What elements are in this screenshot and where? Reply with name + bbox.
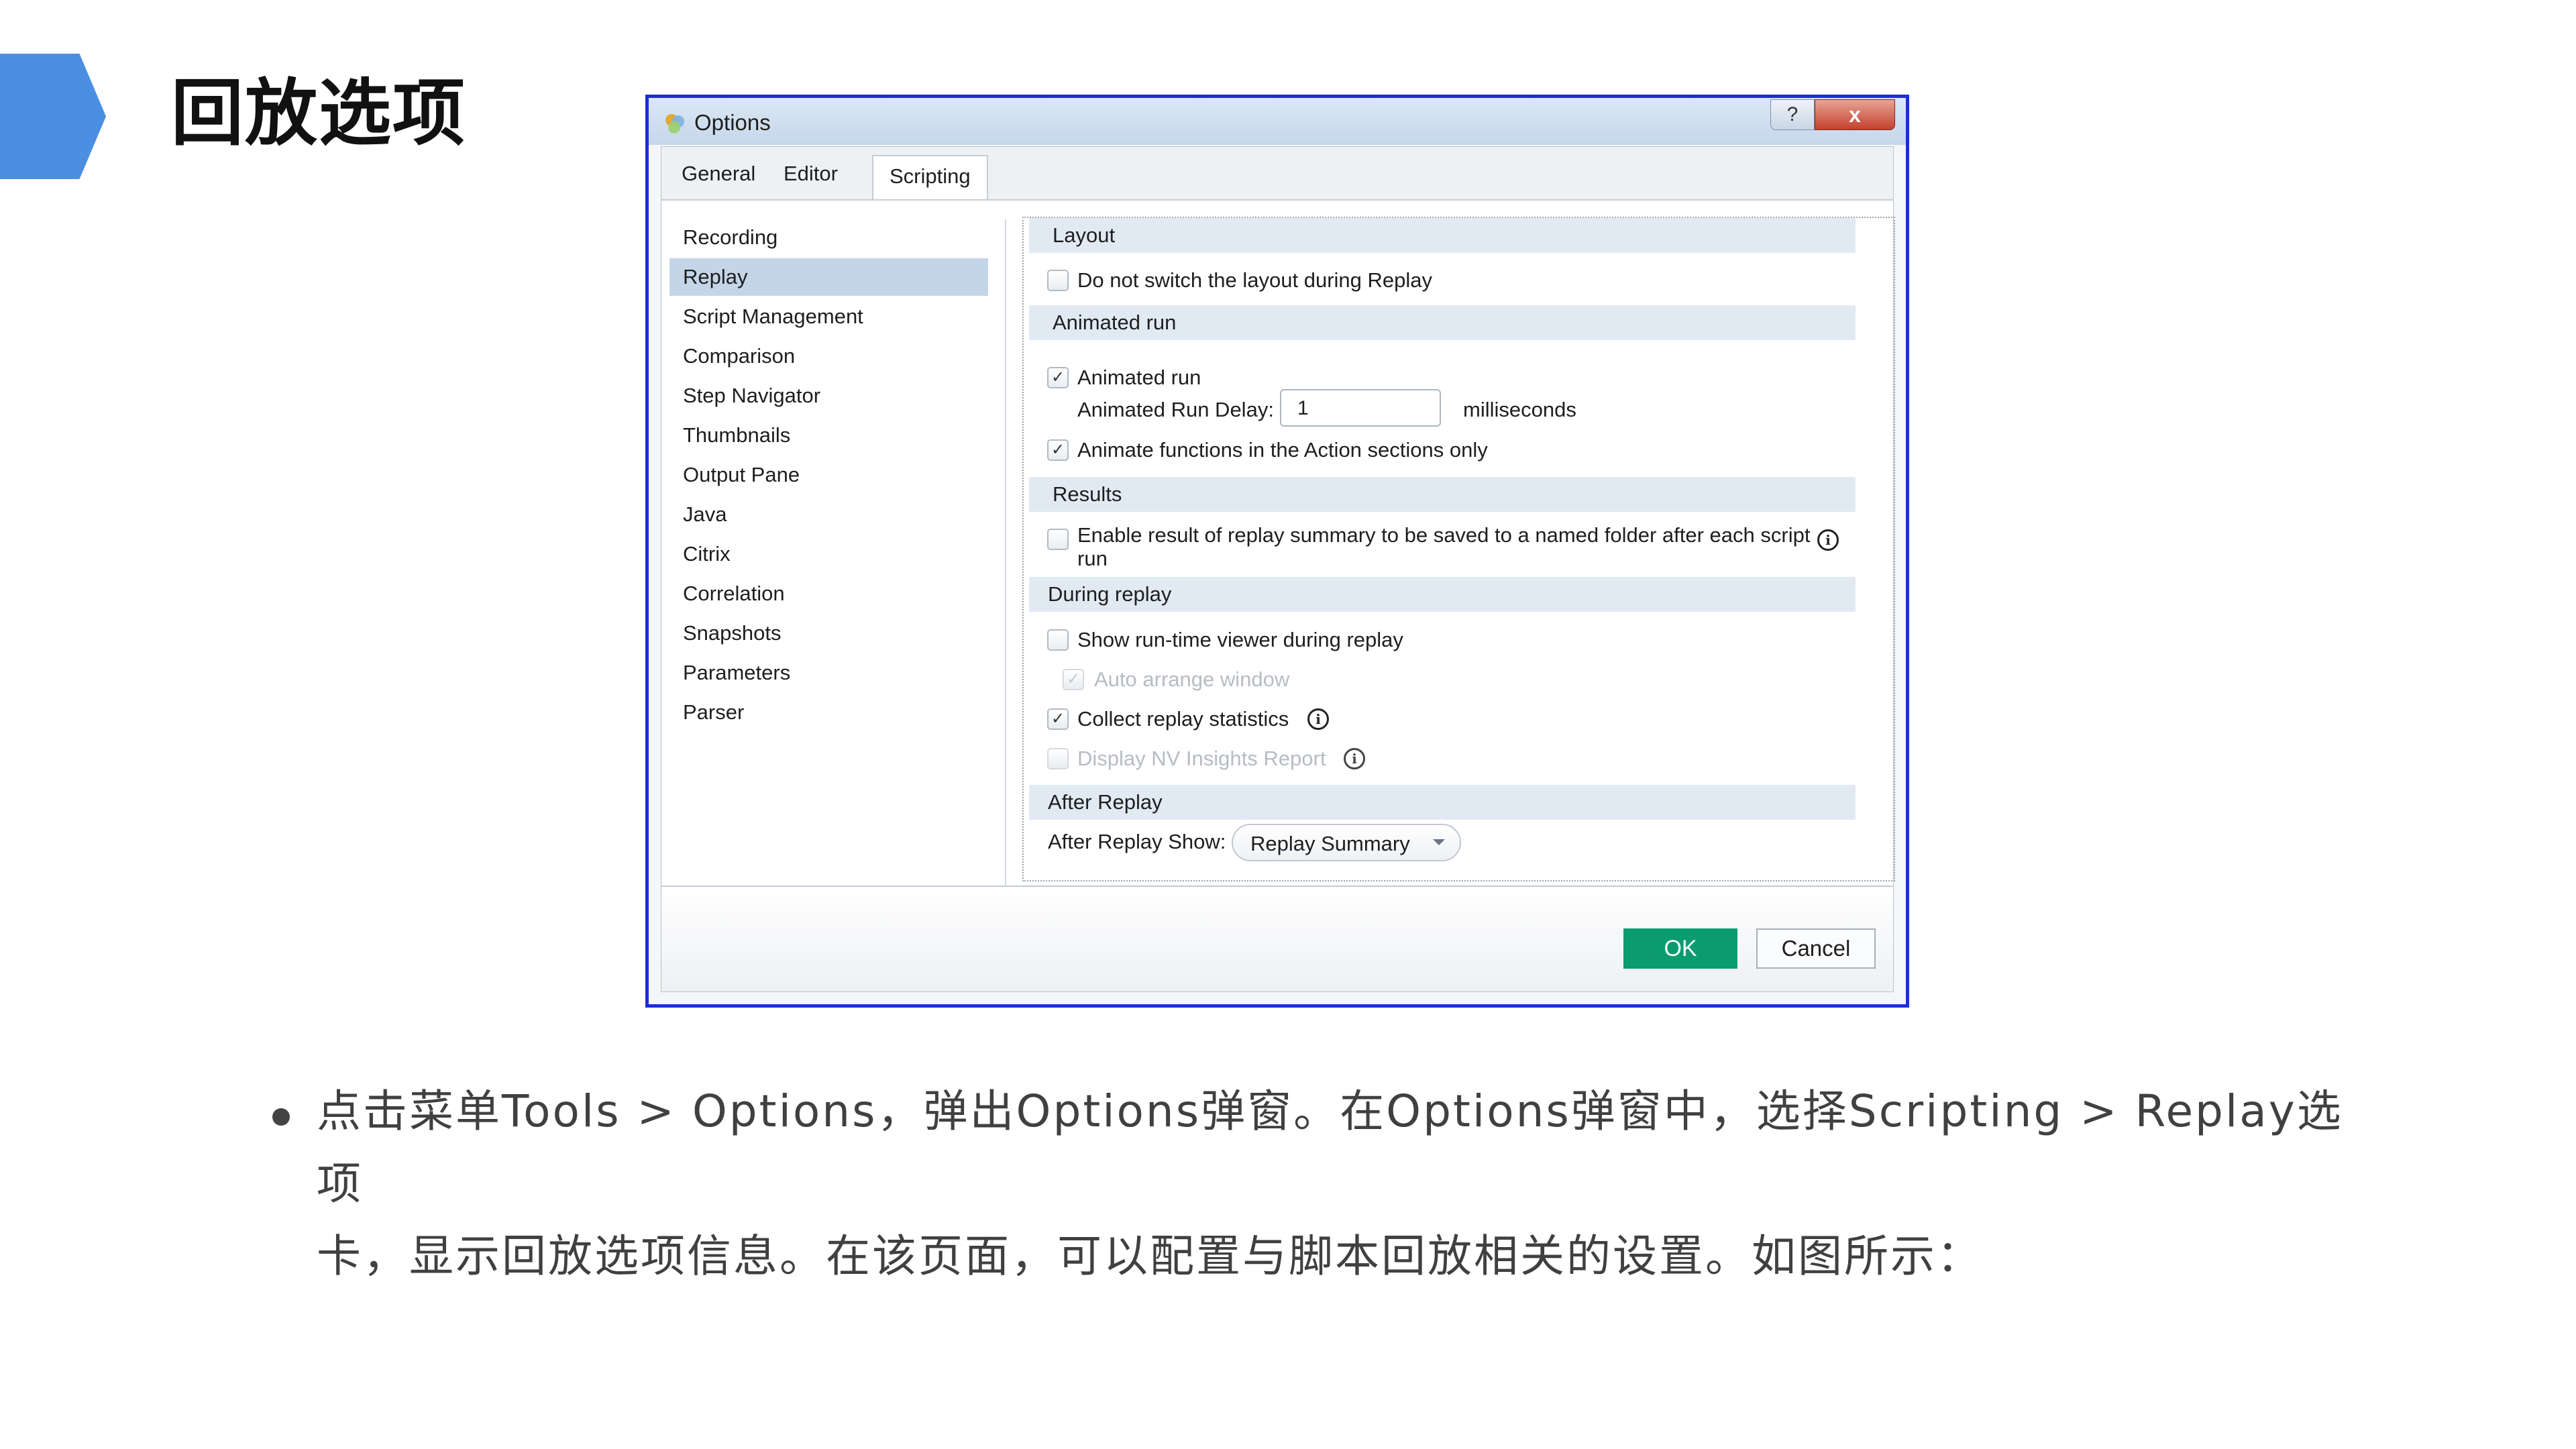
after-replay-show-select[interactable]: Replay Summary xyxy=(1232,824,1461,861)
delay-unit-label: milliseconds xyxy=(1463,398,1576,421)
enable-result-label: Enable result of replay summary to be sa… xyxy=(1077,523,1811,547)
animate-functions-label: Animate functions in the Action sections… xyxy=(1077,438,1488,462)
info-icon[interactable]: i xyxy=(1307,708,1329,730)
section-header-animated-run: Animated run xyxy=(1029,305,1856,340)
info-icon[interactable]: i xyxy=(1344,748,1365,769)
after-replay-show-label: After Replay Show: xyxy=(1048,830,1226,853)
info-icon[interactable]: i xyxy=(1817,529,1839,551)
tab-strip: General Editor Scripting xyxy=(661,147,1893,201)
nav-divider xyxy=(1005,219,1006,885)
nav-item-replay[interactable]: Replay xyxy=(669,258,988,296)
collect-statistics-checkbox[interactable]: ✓ xyxy=(1047,708,1069,730)
after-replay-show-value: Replay Summary xyxy=(1250,832,1410,855)
chevron-down-icon xyxy=(1433,839,1445,845)
bullet-icon xyxy=(272,1108,290,1126)
nav-item-snapshots[interactable]: Snapshots xyxy=(669,614,988,652)
nav-item-output-pane[interactable]: Output Pane xyxy=(669,456,988,494)
nav-item-parser[interactable]: Parser xyxy=(669,694,988,731)
nav-item-recording[interactable]: Recording xyxy=(669,219,988,256)
auto-arrange-checkbox[interactable]: ✓ xyxy=(1063,669,1084,690)
close-button[interactable]: x xyxy=(1815,99,1895,130)
enable-result-label-wrap: run xyxy=(1077,547,1108,570)
nav-item-citrix[interactable]: Citrix xyxy=(669,535,988,573)
category-list: Recording Replay Script Management Compa… xyxy=(661,199,997,885)
nav-item-parameters[interactable]: Parameters xyxy=(669,654,988,692)
enable-result-checkbox[interactable] xyxy=(1047,529,1069,550)
help-button[interactable]: ? xyxy=(1770,99,1815,130)
replay-settings-panel: Layout Do not switch the layout during R… xyxy=(1022,217,1895,881)
slide-caption: 点击菜单Tools > Options，弹出Options弹窗。在Options… xyxy=(317,1075,2383,1293)
show-runtime-viewer-checkbox[interactable] xyxy=(1047,629,1069,651)
nav-item-step-navigator[interactable]: Step Navigator xyxy=(669,377,988,415)
ok-button[interactable]: OK xyxy=(1623,928,1737,969)
animated-run-checkbox[interactable]: ✓ xyxy=(1047,367,1069,388)
tab-scripting[interactable]: Scripting xyxy=(872,155,988,199)
caption-line-1: 点击菜单Tools > Options，弹出Options弹窗。在Options… xyxy=(317,1085,2343,1210)
no-switch-layout-label: Do not switch the layout during Replay xyxy=(1077,268,1433,292)
display-nv-report-checkbox[interactable] xyxy=(1047,748,1069,769)
display-nv-report-label: Display NV Insights Report xyxy=(1077,747,1326,770)
app-logo-icon xyxy=(665,114,684,133)
nav-item-script-management[interactable]: Script Management xyxy=(669,298,988,335)
nav-item-thumbnails[interactable]: Thumbnails xyxy=(669,417,988,454)
nav-item-java[interactable]: Java xyxy=(669,496,988,533)
collect-statistics-label: Collect replay statistics xyxy=(1077,707,1289,731)
section-header-results: Results xyxy=(1029,477,1856,512)
animated-run-delay-input[interactable]: 1 xyxy=(1280,389,1441,427)
nav-item-correlation[interactable]: Correlation xyxy=(669,575,988,612)
cancel-button[interactable]: Cancel xyxy=(1756,928,1876,969)
tab-editor[interactable]: Editor xyxy=(784,162,838,186)
options-dialog: Options ? x General Editor Scripting Rec… xyxy=(645,95,1909,1008)
tab-general[interactable]: General xyxy=(682,162,755,186)
no-switch-layout-checkbox[interactable] xyxy=(1047,270,1069,291)
nav-item-comparison[interactable]: Comparison xyxy=(669,337,988,375)
section-header-during-replay: During replay xyxy=(1029,577,1856,612)
section-header-after-replay: After Replay xyxy=(1029,785,1856,820)
dialog-body: General Editor Scripting Recording Repla… xyxy=(661,146,1895,992)
caption-line-2: 卡，显示回放选项信息。在该页面，可以配置与脚本回放相关的设置。如图所示： xyxy=(317,1230,1983,1282)
dialog-titlebar: Options ? x xyxy=(649,98,1906,145)
slide-title: 回放选项 xyxy=(171,72,467,156)
animate-functions-checkbox[interactable]: ✓ xyxy=(1047,439,1069,461)
animated-run-delay-label: Animated Run Delay: xyxy=(1077,398,1274,421)
show-runtime-viewer-label: Show run-time viewer during replay xyxy=(1077,628,1403,651)
auto-arrange-label: Auto arrange window xyxy=(1094,667,1290,691)
dialog-title: Options xyxy=(694,110,771,135)
section-arrow-marker xyxy=(0,54,106,179)
dialog-footer: OK Cancel xyxy=(661,885,1893,991)
section-header-layout: Layout xyxy=(1029,218,1856,253)
animated-run-label: Animated run xyxy=(1077,366,1201,389)
